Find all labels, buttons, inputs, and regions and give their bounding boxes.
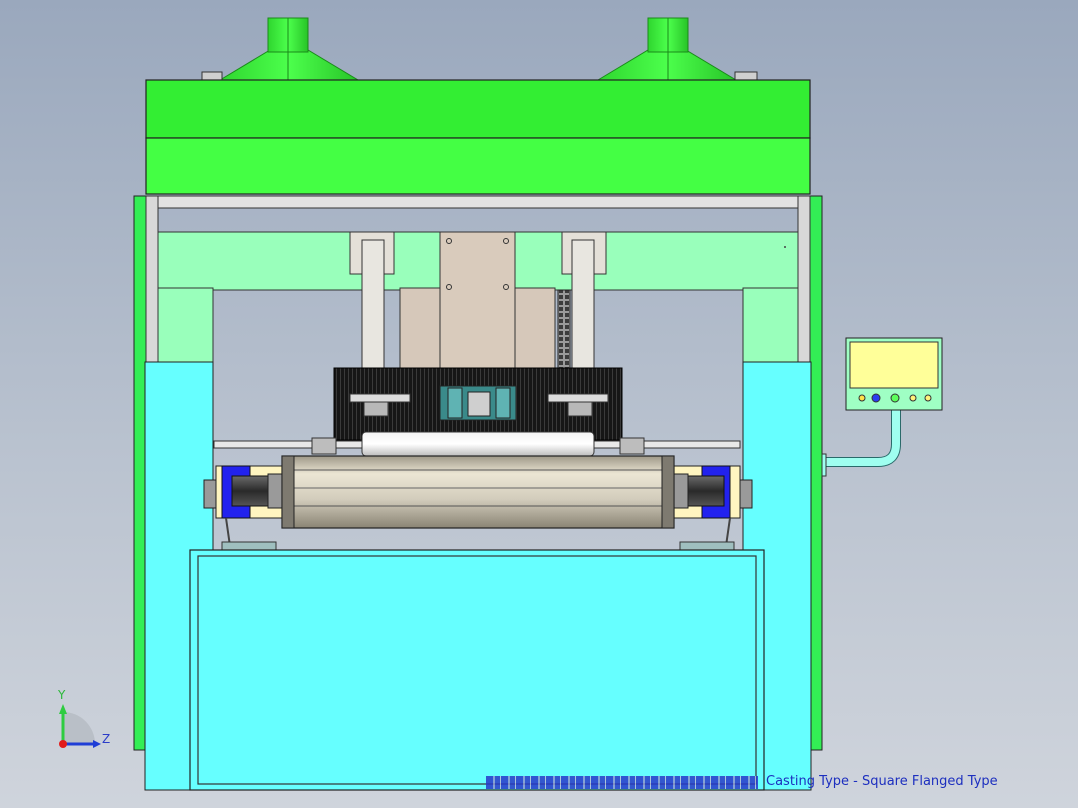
drum-feet (221, 541, 735, 551)
main-drum (281, 455, 675, 529)
bearing-left (203, 465, 283, 547)
top-hood (145, 17, 811, 195)
brush-head (333, 367, 623, 441)
bearing-right (673, 465, 753, 547)
roller-assembly (213, 431, 741, 457)
axis-z-label: Z (102, 732, 111, 746)
hopper-left (218, 17, 360, 81)
axis-y-label: Y (58, 688, 66, 702)
machine-drawing (59, 17, 943, 791)
cad-viewport[interactable]: Y Z Casting Type - Square Flanged Type (0, 0, 1078, 808)
hopper-right (596, 17, 738, 81)
status-text: Casting Type - Square Flanged Type (766, 774, 998, 789)
control-panel[interactable] (821, 337, 943, 477)
axis-triad (59, 704, 101, 748)
collection-tank (189, 549, 765, 791)
